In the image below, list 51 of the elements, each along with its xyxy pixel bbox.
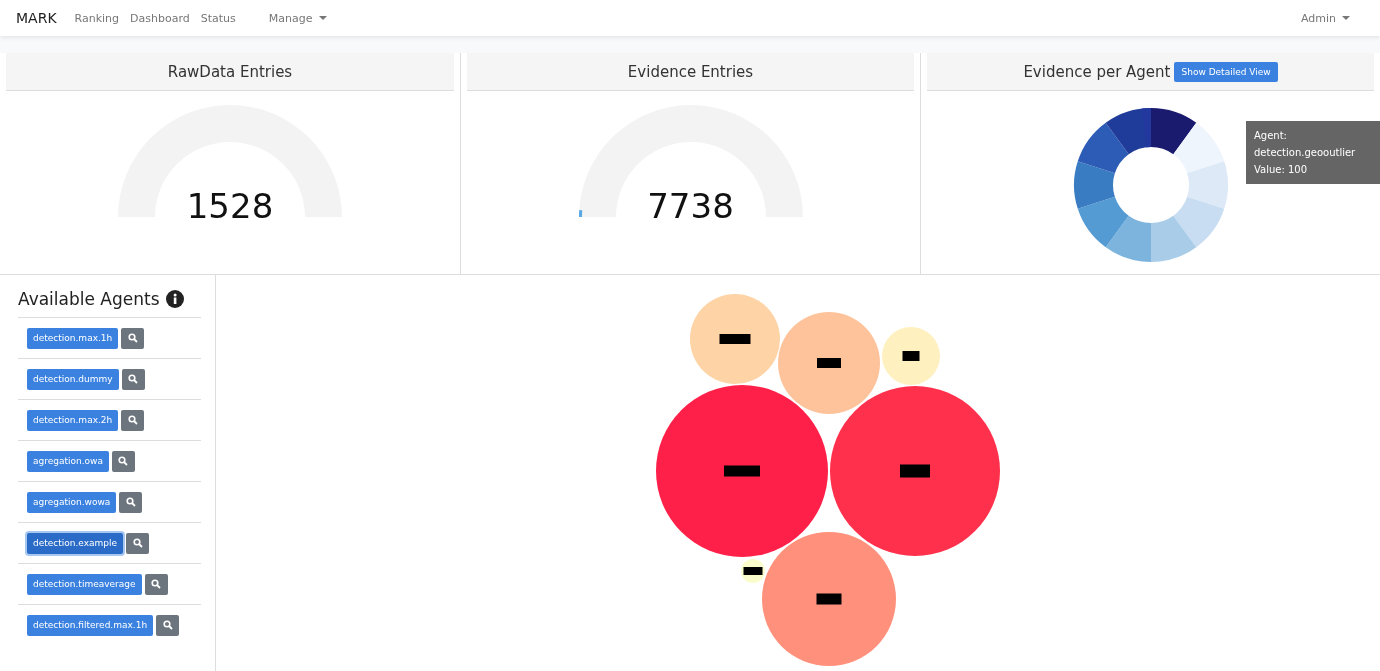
search-button[interactable] bbox=[119, 491, 143, 513]
search-button[interactable] bbox=[121, 368, 145, 390]
search-button[interactable] bbox=[144, 573, 168, 595]
card-title: Evidence per Agent bbox=[1023, 62, 1171, 81]
agent-button[interactable]: detection.example bbox=[27, 532, 124, 554]
search-button[interactable] bbox=[121, 327, 145, 349]
donut-slice bbox=[1073, 161, 1115, 209]
tooltip-line: Agent: bbox=[1254, 129, 1288, 143]
donut-slice bbox=[1172, 196, 1224, 248]
brand-logo[interactable]: MARK bbox=[16, 10, 57, 26]
search-icon bbox=[118, 456, 129, 466]
search-icon bbox=[132, 538, 143, 548]
tooltip-line: detection.geooutlier bbox=[1254, 146, 1357, 160]
panel-title: Available Agents bbox=[18, 289, 160, 309]
search-icon bbox=[151, 579, 162, 589]
agent-button[interactable]: agregation.owa bbox=[27, 450, 109, 472]
search-button[interactable] bbox=[126, 532, 150, 554]
info-icon[interactable] bbox=[165, 290, 184, 308]
card-title: RawData Entries bbox=[167, 62, 293, 81]
donut-slice bbox=[1077, 196, 1129, 248]
nav-link[interactable]: Status bbox=[200, 11, 236, 25]
donut-slice bbox=[1105, 215, 1151, 262]
search-icon bbox=[127, 415, 138, 425]
agent-button[interactable]: detection.timeaverage bbox=[27, 573, 142, 595]
tooltip-line: Value: 100 bbox=[1254, 163, 1309, 177]
donut-slice bbox=[1172, 122, 1224, 174]
search-icon bbox=[162, 620, 173, 630]
agent-button[interactable]: agregation.wowa bbox=[27, 491, 117, 513]
donut-slice bbox=[1077, 122, 1129, 174]
search-icon bbox=[125, 497, 136, 507]
manage-menu[interactable]: Manage bbox=[268, 11, 327, 25]
gauge-value: 1528 bbox=[185, 186, 275, 226]
nav-link[interactable]: Ranking bbox=[74, 11, 120, 25]
caret-icon bbox=[1342, 16, 1350, 20]
agent-button[interactable]: detection.filtered.max.1h bbox=[27, 614, 154, 636]
search-button[interactable] bbox=[156, 614, 180, 636]
donut-slice bbox=[1186, 161, 1228, 209]
user-menu[interactable]: Admin bbox=[1300, 11, 1350, 25]
card-title: Evidence Entries bbox=[627, 62, 754, 81]
nav-link[interactable]: Dashboard bbox=[130, 11, 190, 25]
search-icon bbox=[127, 333, 138, 343]
search-icon bbox=[128, 374, 139, 384]
agent-button[interactable]: detection.dummy bbox=[27, 368, 119, 390]
gauge-value: 7738 bbox=[646, 186, 735, 226]
search-button[interactable] bbox=[121, 409, 145, 431]
search-button[interactable] bbox=[112, 450, 135, 472]
agent-button[interactable]: detection.max.2h bbox=[27, 409, 119, 431]
agent-button[interactable]: detection.max.1h bbox=[27, 327, 119, 349]
detailed-view-button[interactable]: Show Detailed View bbox=[1174, 61, 1278, 82]
donut-slice bbox=[1150, 215, 1196, 262]
caret-icon bbox=[318, 16, 327, 20]
